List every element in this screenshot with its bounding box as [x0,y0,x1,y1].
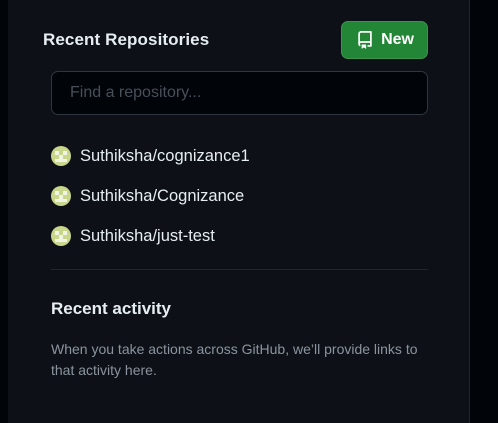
repository-link[interactable]: Suthiksha/cognizance1 [80,147,250,166]
recent-repositories-title: Recent Repositories [43,30,210,49]
repository-search-input[interactable] [68,83,411,103]
identicon-avatar-icon [51,186,71,206]
identicon-avatar-icon [51,226,71,246]
repository-link[interactable]: Suthiksha/Cognizance [80,187,244,206]
identicon-avatar-icon [51,146,71,166]
new-button-label: New [381,31,414,48]
repository-item[interactable]: Suthiksha/just-test [51,216,428,256]
repository-item[interactable]: Suthiksha/cognizance1 [51,136,428,176]
repository-link[interactable]: Suthiksha/just-test [80,227,215,246]
recent-activity-description: When you take actions across GitHub, we’… [51,341,418,378]
section-divider [51,269,428,270]
main-feed-area [471,0,498,423]
left-edge [0,0,8,423]
repositories-header: Recent Repositories New [43,20,428,60]
recent-activity-title: Recent activity [51,299,171,318]
new-repository-button[interactable]: New [341,21,428,59]
repo-icon [356,31,374,49]
repository-search [51,71,428,115]
repository-item[interactable]: Suthiksha/Cognizance [51,176,428,216]
github-dashboard: Recent Repositories New Find a repositor… [0,0,498,423]
recent-repository-list: Suthiksha/cognizance1 Suthiksha/Cognizan… [51,136,428,256]
